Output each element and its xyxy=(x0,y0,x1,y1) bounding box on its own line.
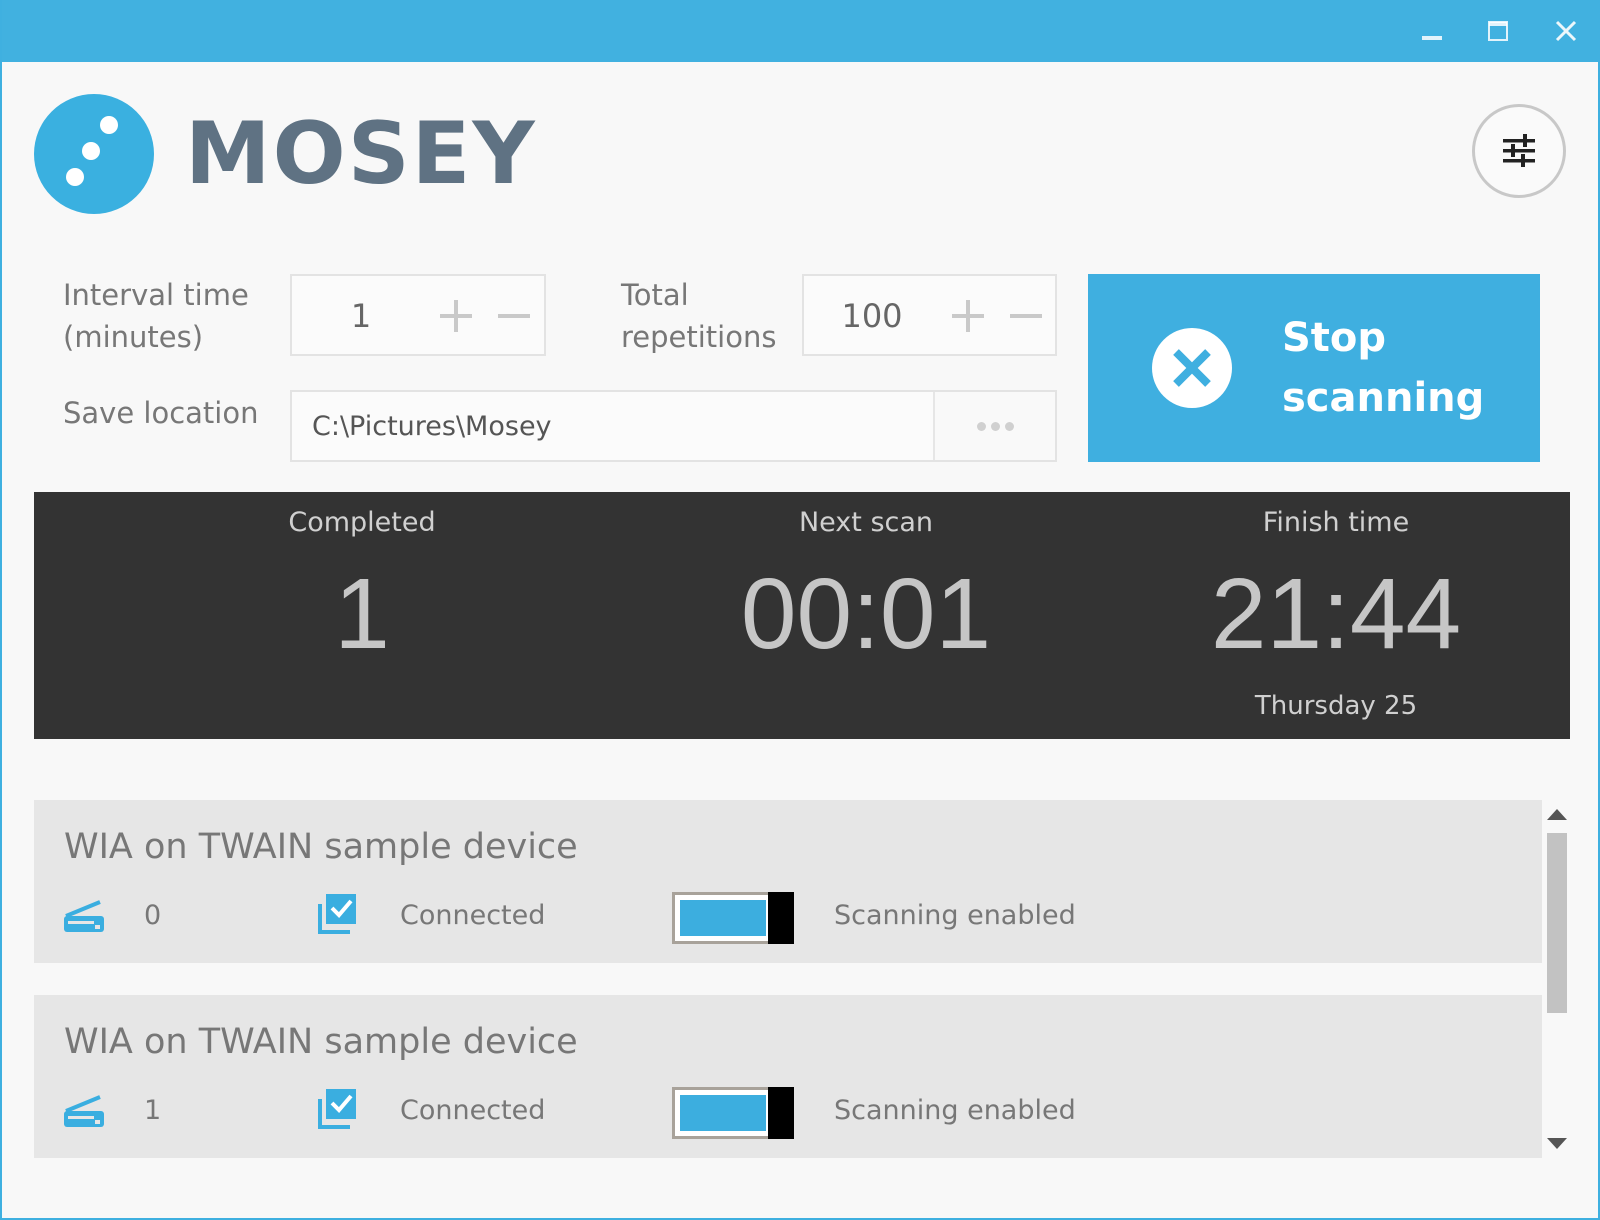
app-window: MOSEY Interval time (minutes) 1 Total re… xyxy=(0,0,1600,1220)
close-button[interactable] xyxy=(1546,14,1586,48)
repetitions-increment-button[interactable] xyxy=(944,290,992,342)
device-list-scrollbar[interactable] xyxy=(1544,800,1570,1160)
scroll-down-icon[interactable] xyxy=(1546,1134,1568,1154)
settings-button[interactable] xyxy=(1472,104,1566,198)
device-card: WIA on TWAIN sample device 0 Connected S… xyxy=(34,800,1542,963)
save-location-label: Save location xyxy=(63,396,259,430)
connected-check-icon xyxy=(318,1089,356,1129)
finish-time-value: 21:44 xyxy=(1210,558,1462,670)
scanner-icon xyxy=(64,900,104,932)
device-name: WIA on TWAIN sample device xyxy=(64,827,578,867)
device-status: Connected xyxy=(400,900,546,931)
device-card: WIA on TWAIN sample device 1 Connected S… xyxy=(34,995,1542,1158)
scanning-toggle[interactable] xyxy=(672,892,794,944)
toggle-knob[interactable] xyxy=(768,892,794,944)
scanning-toggle[interactable] xyxy=(672,1087,794,1139)
next-scan-value: 00:01 xyxy=(740,558,992,670)
toggle-track xyxy=(680,900,766,936)
device-status: Connected xyxy=(400,1095,546,1126)
scanning-label: Scanning enabled xyxy=(834,900,1076,931)
interval-value[interactable]: 1 xyxy=(292,276,430,354)
connected-check-icon xyxy=(318,894,356,934)
toggle-knob[interactable] xyxy=(768,1087,794,1139)
scroll-up-icon[interactable] xyxy=(1546,804,1568,824)
scanning-label: Scanning enabled xyxy=(834,1095,1076,1126)
device-scan-count: 1 xyxy=(144,1095,162,1126)
finish-day: Thursday 25 xyxy=(1254,691,1418,721)
stats-panel: Completed 1 Next scan 00:01 Finish time … xyxy=(34,492,1570,739)
browse-button[interactable] xyxy=(933,392,1055,460)
save-location-path[interactable]: C:\Pictures\Mosey xyxy=(312,392,552,460)
next-scan-label: Next scan xyxy=(798,507,934,538)
minimize-icon xyxy=(1422,36,1442,40)
repetitions-stepper[interactable]: 100 xyxy=(802,274,1057,356)
completed-value: 1 xyxy=(334,558,390,670)
maximize-button[interactable] xyxy=(1478,14,1518,48)
toggle-track xyxy=(680,1095,766,1131)
completed-label: Completed xyxy=(288,507,436,538)
scroll-thumb[interactable] xyxy=(1547,833,1567,1013)
interval-stepper[interactable]: 1 xyxy=(290,274,546,356)
minimize-button[interactable] xyxy=(1412,14,1452,48)
interval-decrement-button[interactable] xyxy=(490,290,538,342)
device-scan-count: 0 xyxy=(144,900,162,931)
title-bar xyxy=(2,0,1600,62)
stop-scanning-label: Stop scanning xyxy=(1282,315,1485,421)
close-icon xyxy=(1555,20,1577,42)
app-title: MOSEY xyxy=(185,104,537,204)
interval-label: Interval time (minutes) xyxy=(63,278,249,354)
close-circle-icon xyxy=(1152,328,1232,408)
sliders-icon xyxy=(1503,134,1535,167)
finish-time-label: Finish time xyxy=(1262,507,1410,538)
app-logo xyxy=(34,94,154,214)
repetitions-decrement-button[interactable] xyxy=(1002,290,1050,342)
repetitions-value[interactable]: 100 xyxy=(804,276,940,354)
repetitions-label: Total repetitions xyxy=(621,278,777,354)
interval-increment-button[interactable] xyxy=(432,290,480,342)
stop-scanning-button[interactable]: Stop scanning xyxy=(1088,274,1540,462)
maximize-icon xyxy=(1488,21,1508,41)
ellipsis-icon xyxy=(976,421,1014,431)
device-name: WIA on TWAIN sample device xyxy=(64,1022,578,1062)
save-location-field[interactable]: C:\Pictures\Mosey xyxy=(290,390,1057,462)
scanner-icon xyxy=(64,1095,104,1127)
